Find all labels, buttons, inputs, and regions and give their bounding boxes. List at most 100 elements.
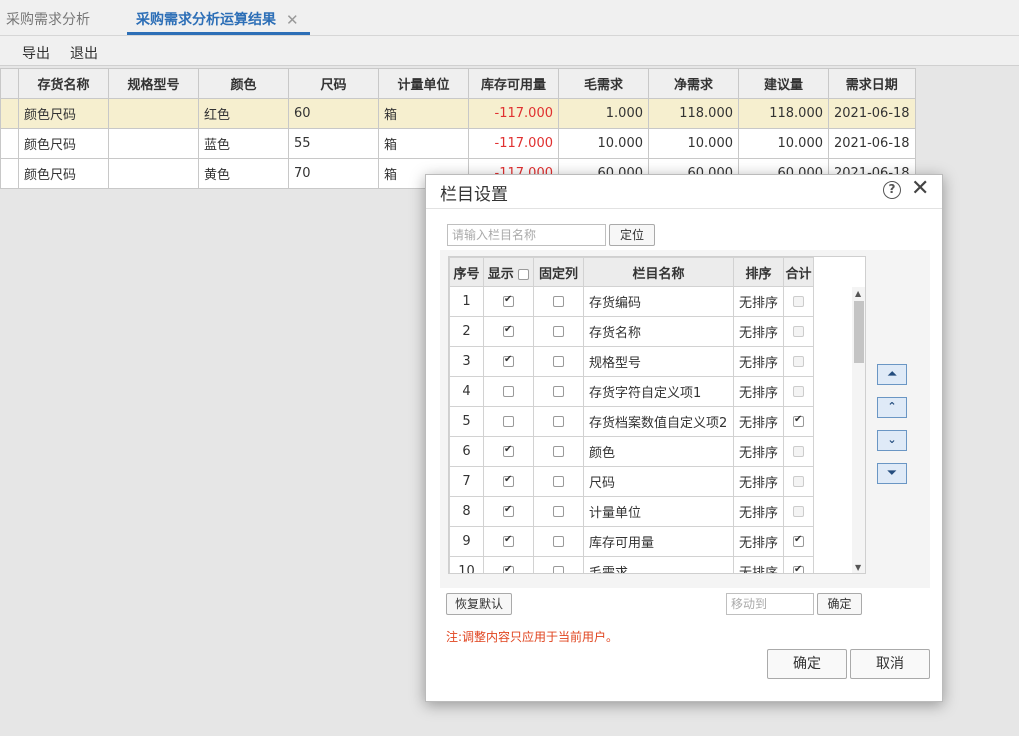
sort-setting[interactable]: 无排序 — [733, 286, 784, 317]
sort-setting[interactable]: 无排序 — [733, 436, 784, 467]
row-seq: 5 — [449, 406, 484, 437]
tab-close-icon[interactable]: ✕ — [286, 0, 299, 40]
fixed-cell — [533, 286, 584, 317]
row-selector[interactable] — [0, 128, 19, 159]
column-setting-row[interactable]: 2 存货名称无排序 — [449, 316, 814, 347]
cancel-button[interactable]: 取消 — [850, 649, 930, 679]
column-setting-row[interactable]: 1 存货编码无排序 — [449, 286, 814, 317]
sort-setting[interactable]: 无排序 — [733, 376, 784, 407]
column-header[interactable]: 建议量 — [738, 68, 829, 99]
column-header[interactable]: 计量单位 — [378, 68, 469, 99]
sum-checkbox[interactable] — [793, 564, 804, 573]
sum-cell — [783, 376, 814, 407]
table-row[interactable]: 颜色尺码 红色 60 箱 -117.000 1.000 118.000 118.… — [0, 98, 916, 129]
exit-button[interactable]: 退出 — [70, 43, 98, 63]
locate-button[interactable]: 定位 — [609, 224, 655, 246]
scroll-up-icon[interactable]: ▲ — [855, 289, 861, 298]
fixed-column-checkbox[interactable] — [553, 416, 564, 427]
ok-button[interactable]: 确定 — [767, 649, 847, 679]
tab-purchase-demand-analysis[interactable]: 采购需求分析 — [6, 0, 90, 35]
restore-default-button[interactable]: 恢复默认 — [446, 593, 512, 615]
cell-color: 红色 — [198, 98, 289, 129]
show-cell — [483, 376, 534, 407]
show-checkbox[interactable] — [503, 564, 514, 573]
column-setting-row[interactable]: 8 计量单位无排序 — [449, 496, 814, 527]
column-setting-row[interactable]: 4 存货字符自定义项1 无排序 — [449, 376, 814, 407]
fixed-column-checkbox[interactable] — [553, 506, 564, 517]
column-name: 存货编码 — [583, 286, 734, 317]
column-header[interactable]: 净需求 — [648, 68, 739, 99]
move-to-input[interactable] — [726, 593, 814, 615]
column-name: 库存可用量 — [583, 526, 734, 557]
move-down-button[interactable]: ⌄ — [877, 430, 907, 451]
move-to-top-button[interactable]: ⏶ — [877, 364, 907, 385]
fixed-column-checkbox[interactable] — [553, 566, 564, 573]
sort-setting[interactable]: 无排序 — [733, 556, 784, 573]
show-checkbox[interactable] — [503, 534, 514, 547]
move-up-icon: ⌃ — [887, 400, 897, 413]
fixed-column-checkbox[interactable] — [553, 296, 564, 307]
fixed-column-checkbox[interactable] — [553, 476, 564, 487]
fixed-column-checkbox[interactable] — [553, 536, 564, 547]
sum-cell — [783, 436, 814, 467]
scrollbar-thumb[interactable] — [854, 301, 864, 363]
row-selector[interactable] — [0, 98, 19, 129]
show-checkbox[interactable] — [503, 294, 514, 307]
table-row[interactable]: 颜色尺码 蓝色 55 箱 -117.000 10.000 10.000 10.0… — [0, 128, 916, 159]
move-to-confirm-button[interactable]: 确定 — [817, 593, 862, 615]
show-checkbox[interactable] — [503, 324, 514, 337]
show-checkbox[interactable] — [503, 474, 514, 487]
show-checkbox[interactable] — [503, 416, 514, 427]
vertical-scrollbar[interactable]: ▲ ▼ — [852, 287, 865, 573]
fixed-column-checkbox[interactable] — [553, 326, 564, 337]
fixed-column-checkbox[interactable] — [553, 446, 564, 457]
move-up-button[interactable]: ⌃ — [877, 397, 907, 418]
sort-setting[interactable]: 无排序 — [733, 496, 784, 527]
scroll-down-icon[interactable]: ▼ — [855, 563, 861, 572]
column-setting-row[interactable]: 7 尺码无排序 — [449, 466, 814, 497]
sort-setting[interactable]: 无排序 — [733, 406, 784, 437]
fixed-column-checkbox[interactable] — [553, 386, 564, 397]
show-checkbox[interactable] — [503, 444, 514, 457]
tab-analysis-result[interactable]: 采购需求分析运算结果 ✕ — [127, 0, 310, 35]
column-header[interactable]: 毛需求 — [558, 68, 649, 99]
sort-setting[interactable]: 无排序 — [733, 346, 784, 377]
column-setting-row[interactable]: 10 毛需求无排序 — [449, 556, 814, 573]
export-button[interactable]: 导出 — [22, 43, 50, 63]
column-header[interactable]: 颜色 — [198, 68, 289, 99]
move-to-bottom-button[interactable]: ⏷ — [877, 463, 907, 484]
column-header[interactable]: 规格型号 — [108, 68, 199, 99]
show-checkbox[interactable] — [503, 386, 514, 397]
sort-setting[interactable]: 无排序 — [733, 316, 784, 347]
column-name-search-input[interactable] — [447, 224, 606, 246]
help-icon[interactable]: ? — [883, 181, 901, 199]
row-seq: 2 — [449, 316, 484, 347]
row-selector[interactable] — [0, 158, 19, 189]
column-setting-row[interactable]: 6 颜色无排序 — [449, 436, 814, 467]
column-name: 计量单位 — [583, 496, 734, 527]
fixed-cell — [533, 496, 584, 527]
fixed-column-checkbox[interactable] — [553, 356, 564, 367]
column-header[interactable]: 尺码 — [288, 68, 379, 99]
sort-setting[interactable]: 无排序 — [733, 526, 784, 557]
column-header[interactable]: 库存可用量 — [468, 68, 559, 99]
column-setting-row[interactable]: 3 规格型号无排序 — [449, 346, 814, 377]
show-checkbox[interactable] — [503, 354, 514, 367]
header-sort: 排序 — [733, 257, 784, 287]
fixed-cell — [533, 376, 584, 407]
column-header[interactable]: 需求日期 — [828, 68, 916, 99]
column-setting-row[interactable]: 9 库存可用量无排序 — [449, 526, 814, 557]
sum-checkbox[interactable] — [793, 414, 804, 427]
show-all-checkbox[interactable] — [518, 268, 530, 280]
sum-checkbox[interactable] — [793, 534, 804, 547]
sum-cell — [783, 316, 814, 347]
row-seq: 4 — [449, 376, 484, 407]
show-checkbox[interactable] — [503, 504, 514, 517]
close-icon[interactable]: ✕ — [911, 176, 929, 201]
column-setting-row[interactable]: 5 存货档案数值自定义项2 无排序 — [449, 406, 814, 437]
sort-setting[interactable]: 无排序 — [733, 466, 784, 497]
column-name: 规格型号 — [583, 346, 734, 377]
sum-checkbox — [793, 386, 804, 397]
row-seq: 6 — [449, 436, 484, 467]
column-header[interactable]: 存货名称 — [18, 68, 109, 99]
